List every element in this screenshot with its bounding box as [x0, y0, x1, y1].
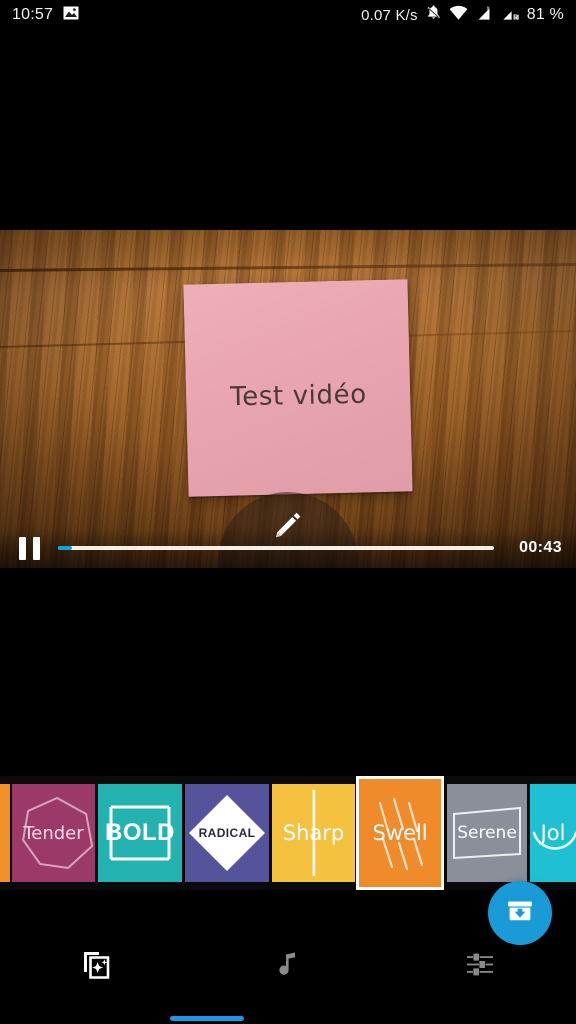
progress-bar[interactable]: [58, 546, 494, 550]
navigation-bar: [0, 1004, 576, 1024]
music-button[interactable]: [192, 930, 384, 1004]
status-bar-left: 10:57: [12, 5, 79, 26]
time-label: 00:43: [519, 539, 562, 556]
theme-card-radical[interactable]: RADICAL: [185, 784, 269, 882]
network-speed-label: 0.07 K/s: [361, 6, 418, 24]
sticky-note-text: Test vidéo: [229, 379, 367, 413]
effects-button[interactable]: [0, 930, 192, 1004]
bottom-toolbar: [0, 930, 576, 1004]
music-note-icon: [273, 950, 303, 985]
status-clock: 10:57: [12, 6, 54, 23]
theme-card-serene-label: Serene: [457, 823, 517, 843]
save-project-button[interactable]: [488, 881, 552, 945]
image-icon: [63, 5, 79, 26]
photo-filter-sparkle-icon: [80, 949, 112, 986]
sticky-note: Test vidéo: [183, 279, 413, 497]
battery-percent-label: 81 %: [526, 6, 564, 23]
theme-card-jolly[interactable]: Jol: [530, 784, 576, 882]
theme-card-tender-label: Tender: [23, 822, 84, 844]
bell-muted-icon: [425, 4, 442, 26]
video-preview[interactable]: Test vidéo 00:43: [0, 230, 576, 568]
pause-bar-right: [32, 536, 40, 560]
theme-card-swell[interactable]: Swell: [356, 776, 444, 890]
status-bar-right: 0.07 K/s x R 81 %: [361, 4, 564, 26]
theme-card-sharp-label: Sharp: [282, 821, 345, 845]
theme-card-jolly-label: Jol: [540, 821, 566, 845]
theme-card-bold-label: BOLD: [105, 819, 175, 846]
theme-card-radical-label: RADICAL: [198, 826, 256, 840]
playback-controls: 00:43: [0, 528, 576, 568]
theme-card-swell-label: Swell: [372, 821, 428, 845]
theme-card-partial-left[interactable]: [0, 784, 10, 882]
archive-download-icon: [505, 896, 535, 931]
home-pill[interactable]: [170, 1016, 244, 1021]
theme-carousel[interactable]: Tender BOLD RADICAL Sharp Swell Serene Jol: [0, 776, 576, 890]
signal-no-sim-icon: x: [475, 5, 494, 26]
pause-bar-left: [18, 536, 26, 560]
phone-screen: 10:57 0.07 K/s x R 81 % Test vidéo 00:43…: [0, 0, 576, 1024]
tune-sliders-icon: [465, 950, 495, 985]
pause-button[interactable]: [14, 536, 44, 560]
theme-card-sharp[interactable]: Sharp: [272, 784, 355, 882]
adjust-button[interactable]: [384, 930, 576, 1004]
theme-card-tender[interactable]: Tender: [12, 784, 95, 882]
signal-badge-r: R: [513, 14, 518, 20]
wifi-icon: [449, 5, 468, 26]
progress-fill: [58, 546, 72, 550]
signal-roaming-icon: R: [501, 5, 520, 26]
status-bar: 10:57 0.07 K/s x R 81 %: [0, 0, 576, 30]
theme-card-serene[interactable]: Serene: [447, 784, 527, 882]
theme-card-bold[interactable]: BOLD: [98, 784, 182, 882]
signal-badge-x: x: [486, 6, 489, 12]
